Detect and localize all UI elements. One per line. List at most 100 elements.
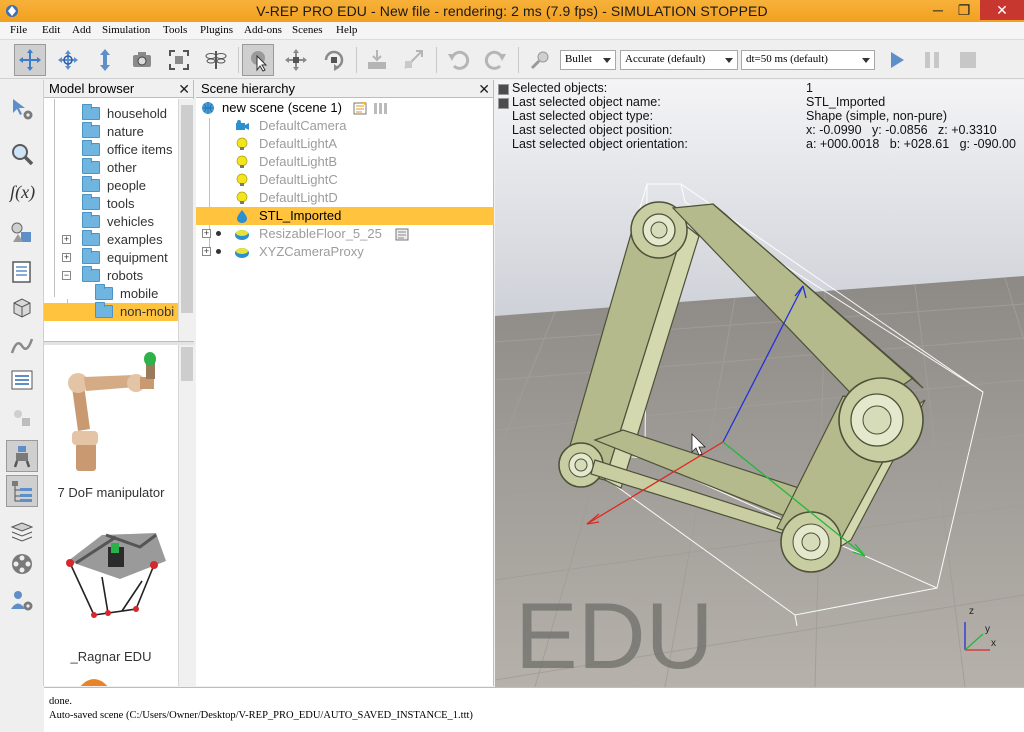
scene-3d-render[interactable]: EDU z y x — [495, 80, 1024, 687]
script-icon[interactable] — [352, 101, 368, 115]
minimize-button[interactable]: ─ — [924, 0, 952, 20]
collections-button[interactable] — [6, 217, 38, 249]
physics-engine-value: Bullet — [565, 53, 592, 65]
start-simulation-button[interactable] — [880, 44, 912, 76]
video-recorder-button[interactable] — [6, 548, 38, 580]
menu-addons[interactable]: Add-ons — [244, 24, 282, 36]
ragnar-thumbnail-image[interactable] — [56, 517, 170, 627]
menu-file[interactable]: File — [10, 24, 27, 36]
path-edit-button[interactable] — [6, 330, 38, 362]
menu-tools[interactable]: Tools — [163, 24, 187, 36]
pause-simulation-button[interactable] — [916, 44, 948, 76]
camera-fly-button[interactable] — [200, 44, 232, 76]
next-thumbnail-image[interactable] — [74, 675, 114, 686]
maximize-button[interactable]: ❐ — [950, 0, 978, 20]
object-rotate-button[interactable] — [318, 44, 350, 76]
bullet-icon — [216, 249, 221, 254]
tree-item-office-items[interactable]: office items — [44, 140, 178, 159]
expand-icon[interactable]: + — [62, 235, 71, 244]
model-browser-panel: Model browser ✕ household nature office … — [44, 80, 194, 686]
object-shift-button[interactable] — [280, 44, 312, 76]
info-toggle-button[interactable] — [498, 98, 509, 109]
hierarchy-item-light-c[interactable]: DefaultLightC — [196, 171, 494, 189]
camera-pan-button[interactable] — [14, 44, 46, 76]
redo-button[interactable] — [480, 44, 512, 76]
accuracy-select[interactable]: Accurate (default) — [620, 50, 738, 70]
camera-shift-button[interactable] — [89, 44, 121, 76]
hierarchy-item-light-d[interactable]: DefaultLightD — [196, 189, 494, 207]
menu-simulation[interactable]: Simulation — [102, 24, 150, 36]
object-layers-button[interactable] — [6, 402, 38, 434]
stop-simulation-button[interactable] — [952, 44, 984, 76]
folder-icon — [82, 248, 100, 264]
script-icon[interactable] — [394, 227, 410, 241]
console-line: Auto-saved scene (C:/Users/Owner/Desktop… — [49, 710, 473, 721]
status-console[interactable]: done. Auto-saved scene (C:/Users/Owner/D… — [44, 687, 1024, 732]
close-icon[interactable]: ✕ — [478, 81, 490, 97]
tree-item-other[interactable]: other — [44, 158, 178, 177]
tree-item-examples[interactable]: + examples — [44, 230, 178, 249]
tree-item-vehicles[interactable]: vehicles — [44, 212, 178, 231]
menu-add[interactable]: Add — [72, 24, 91, 36]
collapse-icon[interactable]: − — [62, 271, 71, 280]
fit-to-view-button[interactable] — [163, 44, 195, 76]
menu-help[interactable]: Help — [336, 24, 357, 36]
hierarchy-item-resizable-floor[interactable]: + ResizableFloor_5_25 — [196, 225, 494, 243]
selection-button[interactable] — [6, 364, 38, 396]
expand-icon[interactable]: + — [202, 229, 211, 238]
settings-stack-icon[interactable] — [372, 101, 388, 115]
title-bar[interactable]: V-REP PRO EDU - New file - rendering: 2 … — [0, 0, 1024, 22]
hierarchy-item-label: XYZCameraProxy — [259, 244, 364, 259]
click-select-button[interactable] — [242, 44, 274, 76]
camera-rotate-button[interactable] — [52, 44, 84, 76]
menu-plugins[interactable]: Plugins — [200, 24, 233, 36]
tree-item-equipment[interactable]: + equipment — [44, 248, 178, 267]
folder-icon — [82, 104, 100, 120]
calculation-modules-button[interactable] — [6, 138, 38, 170]
expand-icon[interactable]: + — [202, 247, 211, 256]
tree-item-nature[interactable]: nature — [44, 122, 178, 141]
model-tree-scrollbar[interactable] — [178, 99, 194, 341]
manipulator-thumbnail-image[interactable] — [56, 347, 166, 477]
close-window-button[interactable]: ✕ — [980, 0, 1024, 20]
scene-object-properties-button[interactable] — [6, 93, 38, 125]
hierarchy-item-light-b[interactable]: DefaultLightB — [196, 153, 494, 171]
info-toggle-button[interactable] — [498, 84, 509, 95]
assemble-button[interactable] — [361, 44, 393, 76]
function-button[interactable]: ʃ(x) — [6, 175, 38, 207]
tree-item-people[interactable]: people — [44, 176, 178, 195]
film-reel-icon — [12, 554, 32, 574]
hierarchy-item-default-camera[interactable]: DefaultCamera — [196, 117, 494, 135]
timestep-select[interactable]: dt=50 ms (default) — [741, 50, 875, 70]
close-icon[interactable]: ✕ — [178, 81, 190, 97]
tree-item-tools[interactable]: tools — [44, 194, 178, 213]
scripts-button[interactable] — [6, 256, 38, 288]
arrow-gear-icon — [13, 99, 33, 120]
user-settings-button[interactable] — [6, 584, 38, 616]
shape-edit-button[interactable] — [6, 292, 38, 324]
undo-button[interactable] — [442, 44, 474, 76]
scene-hierarchy-toggle-button[interactable] — [6, 475, 38, 507]
tree-item-non-mobile[interactable]: non-mobi — [44, 302, 178, 321]
menu-edit[interactable]: Edit — [42, 24, 60, 36]
layers-button[interactable] — [6, 516, 38, 548]
physics-engine-select[interactable]: Bullet — [560, 50, 616, 70]
scene-root-item[interactable]: new scene (scene 1) — [196, 99, 494, 117]
scene-viewport[interactable]: EDU z y x Selected objects: 1 Last selec… — [495, 80, 1024, 687]
scrollbar-thumb[interactable] — [181, 105, 193, 313]
scrollbar-thumb[interactable] — [181, 347, 193, 381]
hierarchy-item-stl-imported[interactable]: STL_Imported — [196, 207, 494, 225]
hierarchy-item-xyz-camera-proxy[interactable]: + XYZCameraProxy — [196, 243, 494, 261]
tree-item-mobile[interactable]: mobile — [44, 284, 178, 303]
simulation-settings-button[interactable] — [524, 44, 556, 76]
thumbnails-scrollbar[interactable] — [178, 345, 194, 686]
tree-item-household[interactable]: household — [44, 104, 178, 123]
camera-angle-button[interactable] — [126, 44, 158, 76]
hierarchy-item-label: STL_Imported — [259, 208, 342, 223]
tree-item-robots[interactable]: − robots — [44, 266, 178, 285]
model-browser-toggle-button[interactable] — [6, 440, 38, 472]
transfer-dna-button[interactable] — [398, 44, 430, 76]
expand-icon[interactable]: + — [62, 253, 71, 262]
hierarchy-item-light-a[interactable]: DefaultLightA — [196, 135, 494, 153]
menu-scenes[interactable]: Scenes — [292, 24, 323, 36]
